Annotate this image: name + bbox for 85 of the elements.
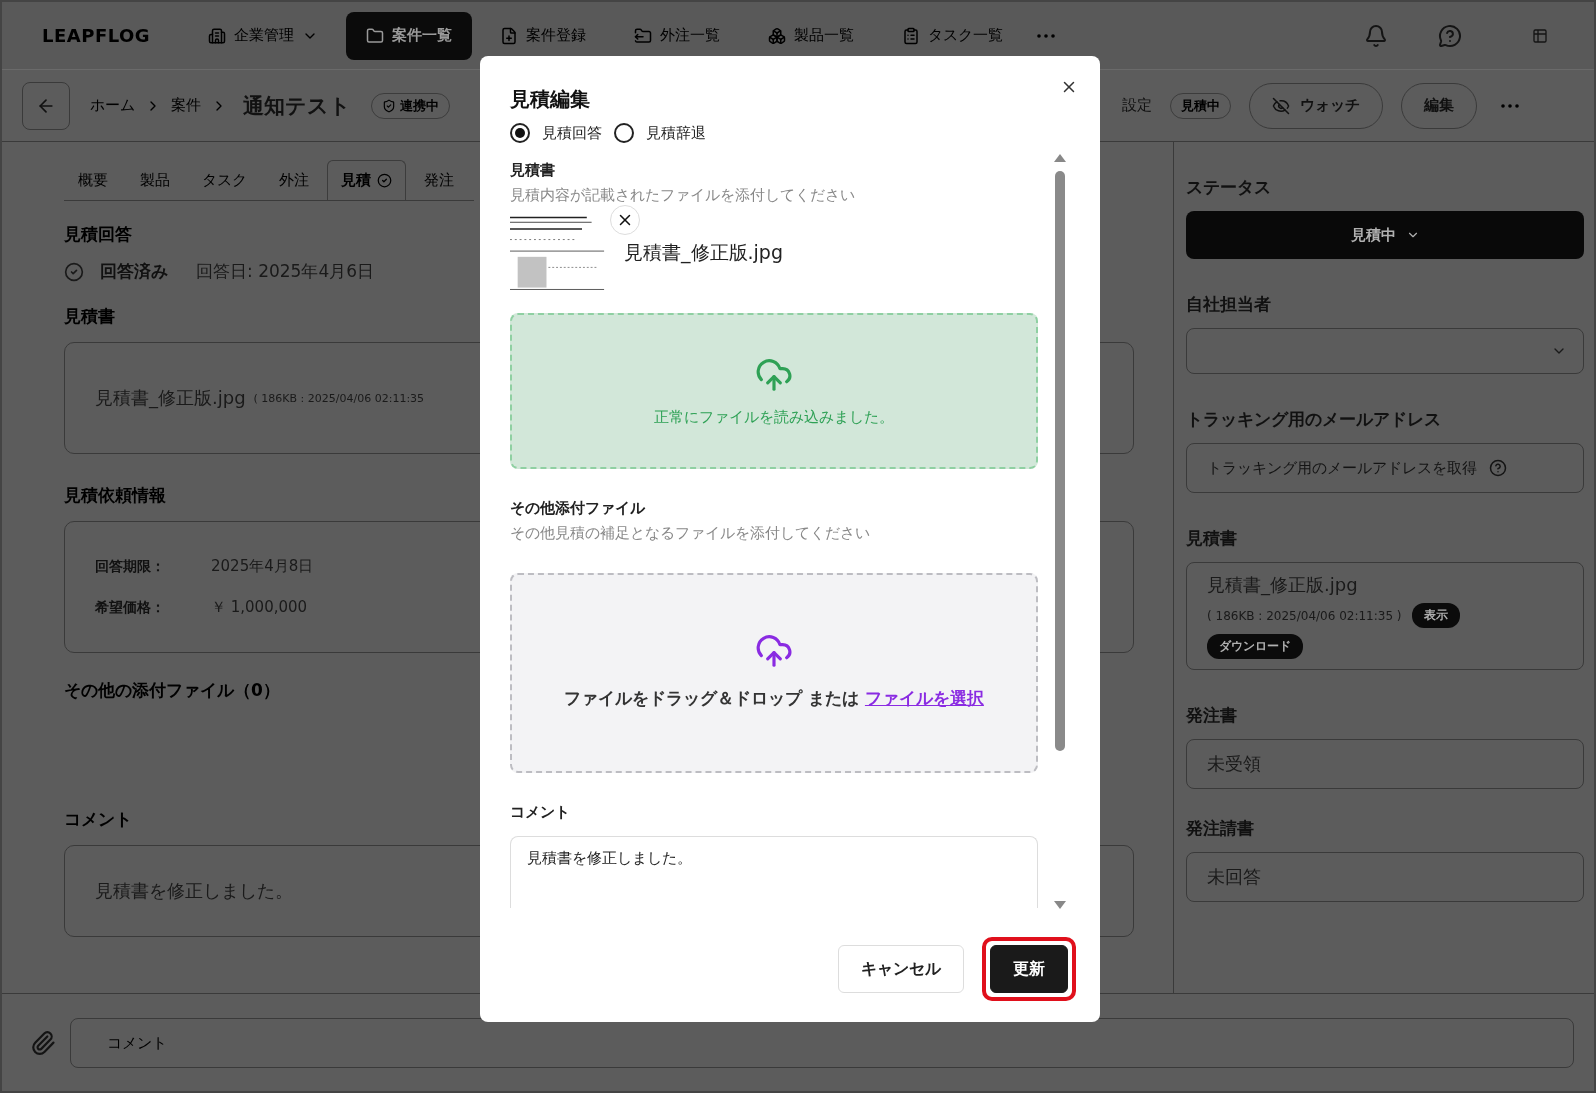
view-button[interactable]: 表示	[1411, 603, 1460, 628]
answer-date: 回答日: 2025年4月6日	[196, 260, 375, 283]
nav-icon	[500, 26, 519, 45]
tab[interactable]: タスク	[188, 160, 261, 200]
info-label: 希望価格：	[95, 598, 166, 617]
download-button[interactable]: ダウンロード	[1207, 634, 1303, 659]
page-title: 通知テスト	[243, 92, 351, 120]
nav-icon	[902, 26, 921, 45]
sidebar-heading: 発注請書	[1186, 817, 1255, 840]
radio-option[interactable]: 見積回答	[510, 123, 602, 143]
cancel-button[interactable]: キャンセル	[838, 945, 964, 993]
order-value: 未受領	[1207, 752, 1262, 776]
drop-instructions: ファイルをドラッグ＆ドロップ または ファイルを選択	[564, 687, 984, 711]
bell-icon	[1364, 23, 1388, 48]
comment-text: 見積書を修正しました。	[95, 879, 294, 903]
dialog-title: 見積編集	[510, 86, 590, 113]
sidebar-heading: 発注書	[1186, 704, 1238, 727]
section-heading: 見積回答	[64, 223, 132, 246]
tab[interactable]: 外注	[265, 160, 323, 200]
tab[interactable]: 発注	[410, 160, 468, 200]
nav-item[interactable]: 案件登録	[480, 11, 607, 60]
section-heading: その他の添付ファイル（0）	[64, 679, 280, 702]
breadcrumb-link[interactable]: 案件	[171, 96, 201, 115]
nav-icon	[208, 26, 227, 45]
section-heading: 見積書	[64, 305, 115, 328]
app-logo: LEAPFLOG	[42, 25, 151, 46]
assignee-select[interactable]	[1186, 328, 1584, 374]
upload-success-message: 正常にファイルを読み込みました。	[654, 407, 894, 427]
eye-off-icon	[1272, 96, 1290, 115]
more-icon	[1501, 103, 1519, 108]
nav-icon	[768, 26, 787, 45]
nav-item[interactable]: 案件一覧	[346, 11, 473, 60]
tracking-link[interactable]: トラッキング用のメールアドレスを取得	[1207, 458, 1477, 478]
field-label: その他添付ファイル	[510, 499, 646, 518]
nav-icon	[366, 26, 385, 45]
nav-item[interactable]: 製品一覧	[748, 11, 875, 60]
answer-status: 回答済み	[100, 260, 168, 283]
nav-icon	[634, 26, 653, 45]
radio-button[interactable]	[614, 123, 634, 143]
file-meta: ( 186KB : 2025/04/06 02:11:35	[253, 391, 425, 405]
field-hint: 見積内容が記載されたファイルを添付してください	[510, 186, 856, 205]
file-meta: ( 186KB : 2025/04/06 02:11:35 )	[1207, 608, 1402, 623]
scroll-down-icon[interactable]	[1053, 900, 1067, 910]
tab[interactable]: 概要	[64, 160, 122, 200]
order-ack-value: 未回答	[1207, 865, 1262, 889]
file-name: 見積書_修正版.jpg	[624, 240, 783, 266]
sidebar-heading: 見積書	[1186, 527, 1238, 550]
paperclip-icon[interactable]	[30, 1029, 56, 1056]
radio-option[interactable]: 見積辞退	[614, 123, 706, 143]
nav-item[interactable]: 企業管理	[188, 11, 339, 60]
status-select[interactable]: 見積中	[1186, 211, 1584, 259]
info-value: 2025年4月8日	[211, 557, 314, 576]
help-icon[interactable]	[1489, 459, 1507, 477]
back-button[interactable]	[22, 81, 70, 130]
sidebar-heading: トラッキング用のメールアドレス	[1186, 408, 1442, 431]
help-icon	[1438, 23, 1462, 48]
shield-icon	[382, 98, 396, 113]
field-hint: その他見積の補足となるファイルを添付してください	[510, 524, 871, 543]
breadcrumb-link[interactable]: ホーム	[90, 96, 135, 115]
remove-file-button[interactable]	[610, 205, 640, 235]
scrollbar-thumb[interactable]	[1055, 171, 1065, 751]
sidebar-heading: 自社担当者	[1186, 293, 1272, 316]
file-name: 見積書_修正版.jpg	[1207, 573, 1359, 597]
comment-field[interactable]: 見積書を修正しました。	[510, 836, 1038, 908]
check-circle-icon	[64, 261, 84, 282]
tab[interactable]: 見積	[327, 160, 406, 200]
info-value: ￥ 1,000,000	[211, 598, 308, 617]
file-drop-zone[interactable]: ファイルをドラッグ＆ドロップ または ファイルを選択	[510, 573, 1038, 773]
section-heading: コメント	[64, 808, 132, 831]
info-label: 回答期限：	[95, 557, 166, 576]
tab[interactable]: 製品	[126, 160, 184, 200]
scroll-up-icon[interactable]	[1053, 153, 1067, 163]
nav-item[interactable]: 外注一覧	[614, 11, 741, 60]
nav-item[interactable]: タスク一覧	[882, 11, 1024, 60]
sidebar-heading: ステータス	[1186, 176, 1272, 199]
field-label: 見積書	[510, 161, 556, 180]
update-button[interactable]: 更新	[990, 945, 1068, 993]
section-heading: 見積依頼情報	[64, 484, 166, 507]
file-name: 見積書_修正版.jpg	[95, 386, 246, 410]
settings-text: 設定	[1122, 96, 1152, 115]
more-icon	[1037, 33, 1056, 38]
grid-icon	[1532, 27, 1548, 44]
field-label: コメント	[510, 803, 571, 822]
radio-button[interactable]	[510, 123, 530, 143]
select-file-link[interactable]: ファイルを選択	[864, 688, 984, 709]
